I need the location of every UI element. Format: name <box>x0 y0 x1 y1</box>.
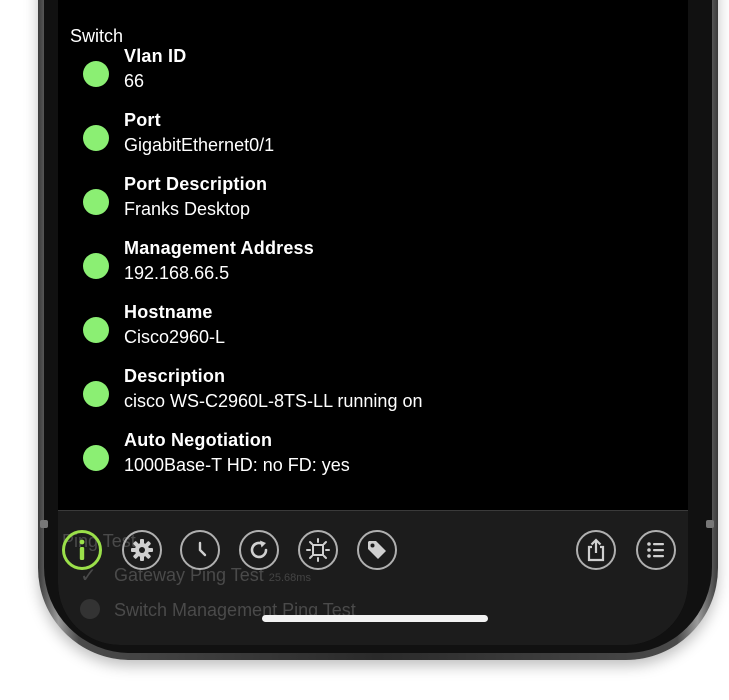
item-value: Franks Desktop <box>124 199 251 219</box>
item-label: Vlan ID <box>124 46 187 66</box>
list-item-vlan-id[interactable]: Vlan ID 66 <box>82 46 662 100</box>
tag-icon[interactable] <box>357 530 397 570</box>
item-label: Port <box>124 110 161 130</box>
home-indicator[interactable] <box>262 615 488 622</box>
item-value: 66 <box>124 71 145 91</box>
ghost-gateway-time: 25.68ms <box>268 572 311 584</box>
item-value: 1000Base-T HD: no FD: yes <box>124 455 350 475</box>
item-value: cisco WS-C2960L-8TS-LL running on <box>124 391 423 411</box>
list-item-hostname[interactable]: Hostname Cisco2960-L <box>82 302 662 356</box>
list-item-description[interactable]: Description cisco WS-C2960L-8TS-LL runni… <box>82 366 662 420</box>
item-label: Management Address <box>124 238 314 258</box>
item-label: Description <box>124 366 226 386</box>
status-dot <box>83 189 109 215</box>
info-icon[interactable] <box>62 530 102 570</box>
item-label: Auto Negotiation <box>124 430 273 450</box>
section-title: Switch <box>70 26 124 46</box>
brightness-icon[interactable] <box>298 530 338 570</box>
refresh-icon[interactable] <box>239 530 279 570</box>
status-dot <box>83 253 109 279</box>
bottom-toolbar: Ping Test ✓ Gateway Ping Test 25.68ms Sw… <box>58 510 688 645</box>
status-dot <box>83 445 109 471</box>
side-button-left <box>40 520 48 528</box>
list-icon[interactable] <box>636 530 676 570</box>
share-icon[interactable] <box>576 530 616 570</box>
item-label: Port Description <box>124 174 268 194</box>
clock-icon[interactable] <box>180 530 220 570</box>
item-label: Hostname <box>124 302 213 322</box>
app-screen: Switch Vlan ID 66 Port GigabitEthernet0/… <box>58 0 688 645</box>
status-dot <box>83 61 109 87</box>
item-value: Cisco2960-L <box>124 327 226 347</box>
gear-icon[interactable] <box>122 530 162 570</box>
list-item-port[interactable]: Port GigabitEthernet0/1 <box>82 110 662 164</box>
side-button-right <box>706 520 714 528</box>
status-dot <box>83 125 109 151</box>
list-item-auto-negotiation[interactable]: Auto Negotiation 1000Base-T HD: no FD: y… <box>82 430 662 484</box>
list-item-management-address[interactable]: Management Address 192.168.66.5 <box>82 238 662 292</box>
status-dot <box>83 381 109 407</box>
item-value: GigabitEthernet0/1 <box>124 135 275 155</box>
ghost-status-dot <box>80 599 100 619</box>
status-dot <box>83 317 109 343</box>
item-value: 192.168.66.5 <box>124 263 230 283</box>
list-item-port-description[interactable]: Port Description Franks Desktop <box>82 174 662 228</box>
